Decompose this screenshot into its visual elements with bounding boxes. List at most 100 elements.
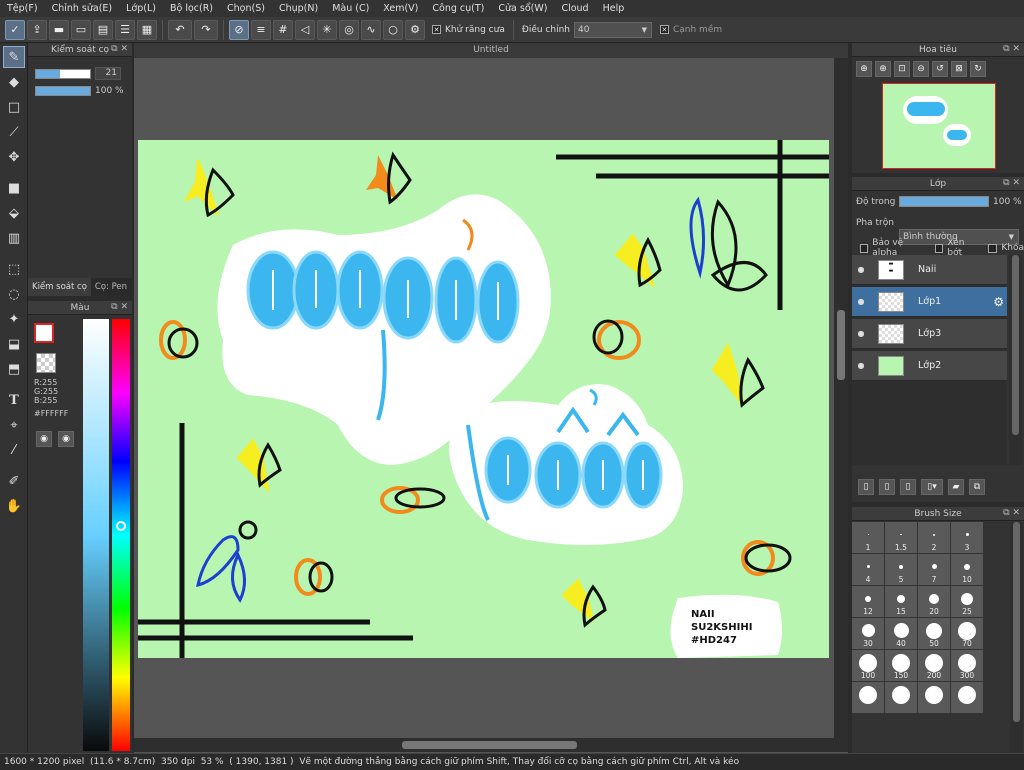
new-vector-layer-icon[interactable]: ▯ [900, 479, 916, 495]
text-tool-icon[interactable]: T [3, 389, 25, 411]
layer-item-lop2[interactable]: ● Lớp2 [852, 351, 1007, 381]
perspective-snap-icon[interactable]: ◁ [295, 19, 315, 40]
document-tab[interactable]: Untitled [134, 43, 848, 58]
circle-snap-icon[interactable]: ○ [383, 19, 403, 40]
add-layer-menu-icon[interactable]: ▯▾ [921, 479, 943, 495]
brush-tool-icon[interactable]: ✎ [3, 46, 25, 68]
document-icon[interactable]: ▤ [93, 19, 113, 40]
canvas-vertical-scrollbar[interactable] [834, 58, 848, 738]
navigator-preview[interactable] [882, 83, 996, 169]
brush-size-cell[interactable]: 150 [885, 650, 917, 681]
brush-size-cell[interactable]: 2 [918, 522, 950, 553]
brush-size-cell[interactable]: 200 [918, 650, 950, 681]
brush-size-cell[interactable]: 1 [852, 522, 884, 553]
gradient-tool-icon[interactable]: ▥ [3, 227, 25, 249]
protect-alpha-checkbox[interactable] [860, 243, 869, 253]
zoom-in-icon[interactable]: ⊕ [856, 61, 872, 77]
grid-snap-icon[interactable]: # [273, 19, 293, 40]
palette-add-icon[interactable]: ◉ [58, 431, 74, 447]
radial-snap-icon[interactable]: ✳ [317, 19, 337, 40]
speech-bubble-icon[interactable]: ▬ [49, 19, 69, 40]
tab-brush-pen[interactable]: Cọ: Pen [91, 278, 131, 296]
rotate-reset-icon[interactable]: ⊠ [951, 61, 967, 77]
bucket-tool-icon[interactable]: ⬙ [3, 202, 25, 224]
select-eraser-icon[interactable]: ⬒ [3, 358, 25, 380]
menu-item[interactable]: Chọn(S) [220, 0, 272, 17]
brush-size-cell[interactable]: 5 [885, 554, 917, 585]
menu-item[interactable]: Cửa sổ(W) [491, 0, 554, 17]
brush-size-cell[interactable]: 30 [852, 618, 884, 649]
brush-size-cell[interactable] [951, 682, 983, 713]
soft-edge-toggle[interactable]: ✕ Cạnh mềm [659, 25, 722, 35]
panel-close-icon[interactable]: ⧉ ✕ [1003, 178, 1020, 188]
eyedropper-tool-icon[interactable]: ⁄ [3, 439, 25, 461]
rotate-right-icon[interactable]: ↻ [970, 61, 986, 77]
hue-slider[interactable] [112, 319, 130, 751]
shape-tool-icon[interactable]: □ [3, 96, 25, 118]
brush-size-cell[interactable]: 50 [918, 618, 950, 649]
tab-brush-control[interactable]: Kiểm soát cọ [28, 278, 91, 296]
rectangle-fill-icon[interactable]: ■ [3, 177, 25, 199]
export-icon[interactable]: ⇪ [27, 19, 47, 40]
lasso-select-icon[interactable]: ◌ [3, 283, 25, 305]
menu-item[interactable]: Lớp(L) [119, 0, 163, 17]
menu-item[interactable]: Màu (C) [325, 0, 376, 17]
menu-item[interactable]: Cloud [554, 0, 595, 17]
layer-item-lop3[interactable]: ● Lớp3 [852, 319, 1007, 349]
layer-scroll-thumb[interactable] [1012, 255, 1019, 435]
artwork-canvas[interactable]: NAII SU2KSHIHI #HD247 [138, 140, 829, 658]
line-tool-icon[interactable]: ⟋ [3, 121, 25, 143]
brush-size-cell[interactable] [885, 682, 917, 713]
parallel-snap-icon[interactable]: ≡ [251, 19, 271, 40]
menu-item[interactable]: Công cụ(T) [425, 0, 491, 17]
foreground-color-swatch[interactable] [34, 323, 54, 343]
brush-size-cell[interactable]: 70 [951, 618, 983, 649]
rect-select-icon[interactable]: ⬚ [3, 258, 25, 280]
horizontal-scroll-thumb[interactable] [402, 741, 577, 749]
chat-icon[interactable]: ▭ [71, 19, 91, 40]
redo-icon[interactable]: ↷ [194, 19, 218, 40]
eye-icon[interactable]: ● [852, 265, 870, 274]
brush-opacity-slider[interactable] [35, 86, 91, 96]
brush-mode-icon[interactable]: ✓ [5, 19, 25, 40]
brush-size-cell[interactable]: 7 [918, 554, 950, 585]
eye-icon[interactable]: ● [852, 297, 870, 306]
concentric-snap-icon[interactable]: ◎ [339, 19, 359, 40]
panel-close-icon[interactable]: ⧉ ✕ [111, 302, 128, 312]
brush-size-cell[interactable]: 15 [885, 586, 917, 617]
divide-tool-icon[interactable]: ⌖ [3, 414, 25, 436]
panel-close-icon[interactable]: ⧉ ✕ [1003, 44, 1020, 54]
adjust-select[interactable]: 40 ▼ [573, 21, 652, 38]
rotate-left-icon[interactable]: ↺ [932, 61, 948, 77]
brush-size-cell[interactable] [918, 682, 950, 713]
saturation-brightness-field[interactable] [83, 319, 109, 751]
brush-size-cell[interactable]: 3 [951, 522, 983, 553]
brush-size-cell[interactable]: 12 [852, 586, 884, 617]
menu-item[interactable]: Xem(V) [376, 0, 425, 17]
transparent-color-swatch[interactable] [36, 353, 56, 373]
menu-item[interactable]: Help [596, 0, 632, 17]
layer-item-naii[interactable]: ● ▬ ▬ Naii [852, 255, 1007, 285]
eraser-tool-icon[interactable]: ◆ [3, 71, 25, 93]
no-snap-icon[interactable]: ⊘ [229, 19, 249, 40]
brush-size-cell[interactable]: 25 [951, 586, 983, 617]
layer-item-lop1[interactable]: ● Lớp1 ⚙ [852, 287, 1007, 317]
dropper-tool-icon[interactable]: ✐ [3, 470, 25, 492]
antialias-checkbox[interactable]: ✕ [432, 25, 441, 34]
canvas-horizontal-scrollbar[interactable] [134, 738, 848, 752]
layer-scrollbar[interactable] [1009, 255, 1022, 465]
magic-wand-icon[interactable]: ✦ [3, 308, 25, 330]
menu-item[interactable]: Chỉnh sửa(E) [45, 0, 120, 17]
snap-settings-icon[interactable]: ⚙ [405, 19, 425, 40]
curve-snap-icon[interactable]: ∿ [361, 19, 381, 40]
merge-layer-icon[interactable]: ⧉ [969, 479, 985, 495]
panel-close-icon[interactable]: ⧉ ✕ [111, 44, 128, 54]
new-layer-icon[interactable]: ▯ [858, 479, 874, 495]
brush-size-scrollbar[interactable] [1010, 522, 1023, 752]
brush-size-cell[interactable]: 4 [852, 554, 884, 585]
select-pen-icon[interactable]: ⬓ [3, 333, 25, 355]
brush-size-cell[interactable]: 10 [951, 554, 983, 585]
brush-size-value[interactable]: 21 [95, 67, 121, 80]
eye-icon[interactable]: ● [852, 329, 870, 338]
list-icon[interactable]: ☰ [115, 19, 135, 40]
